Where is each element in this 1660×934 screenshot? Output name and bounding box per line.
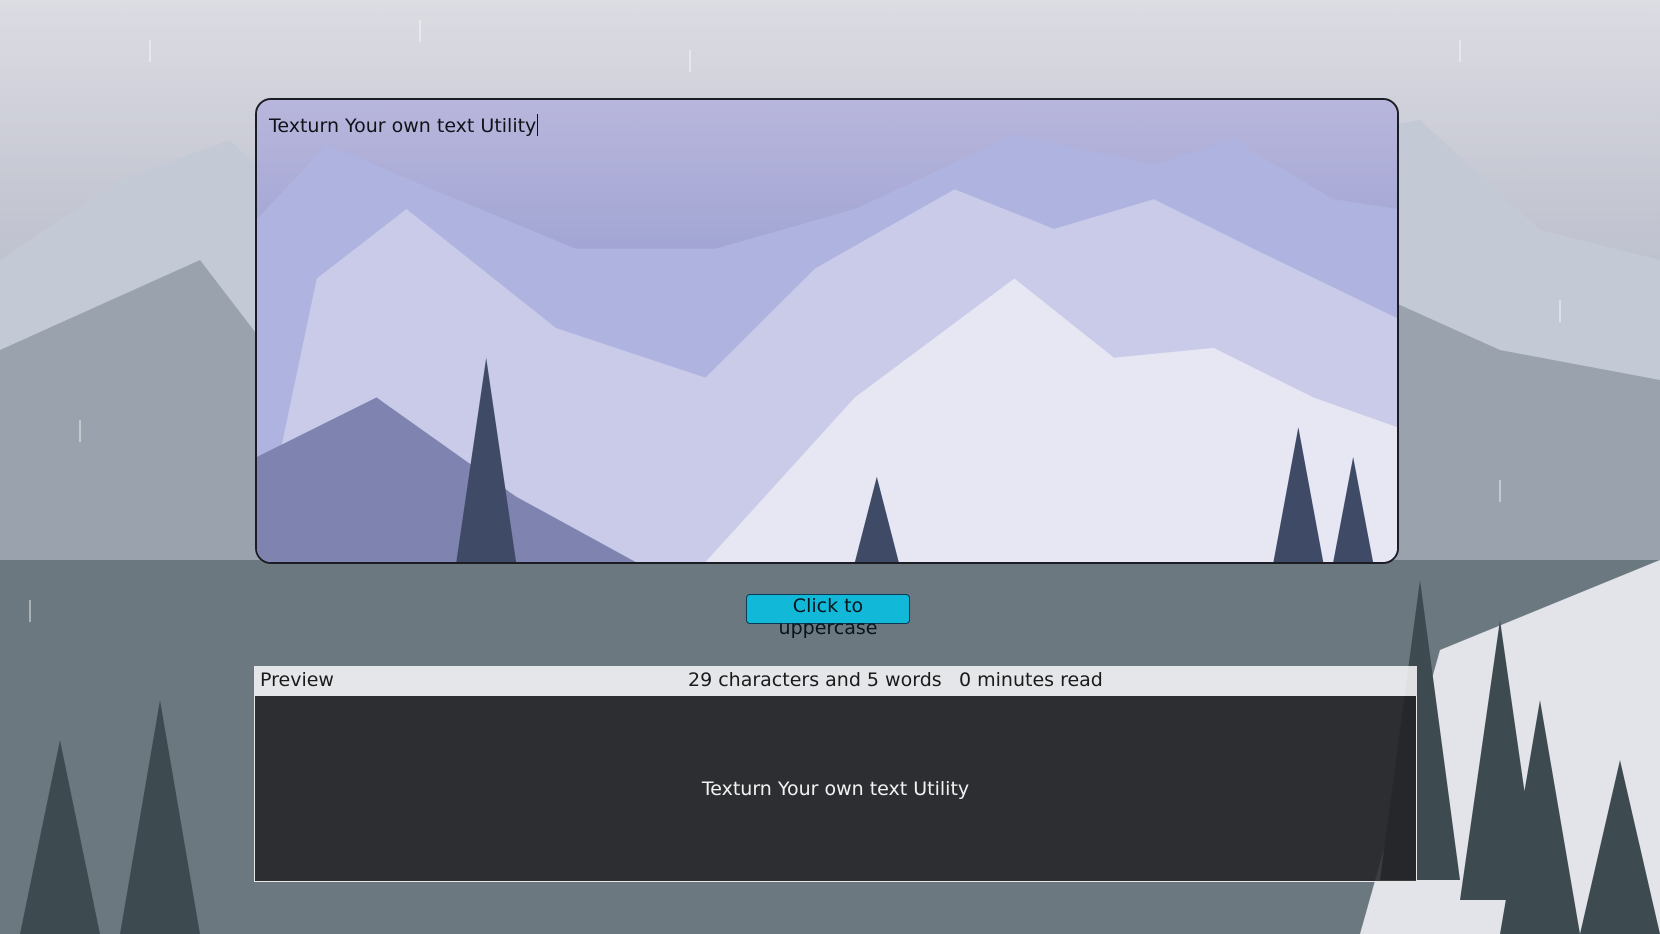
text-caret [537,114,539,136]
preview-panel: Texturn Your own text Utility [254,696,1417,882]
editor-mountain-image [257,100,1397,562]
preview-title: Preview [260,669,334,691]
text-editor[interactable]: Texturn Your own text Utility [255,98,1399,564]
character-word-count: 29 characters and 5 words [688,669,942,691]
read-time: 0 minutes read [959,669,1103,691]
preview-header: Preview 29 characters and 5 words 0 minu… [254,666,1417,696]
uppercase-button[interactable]: Click to uppercase [746,594,910,639]
editor-text-value: Texturn Your own text Utility [269,114,539,137]
preview-content: Texturn Your own text Utility [701,778,970,800]
